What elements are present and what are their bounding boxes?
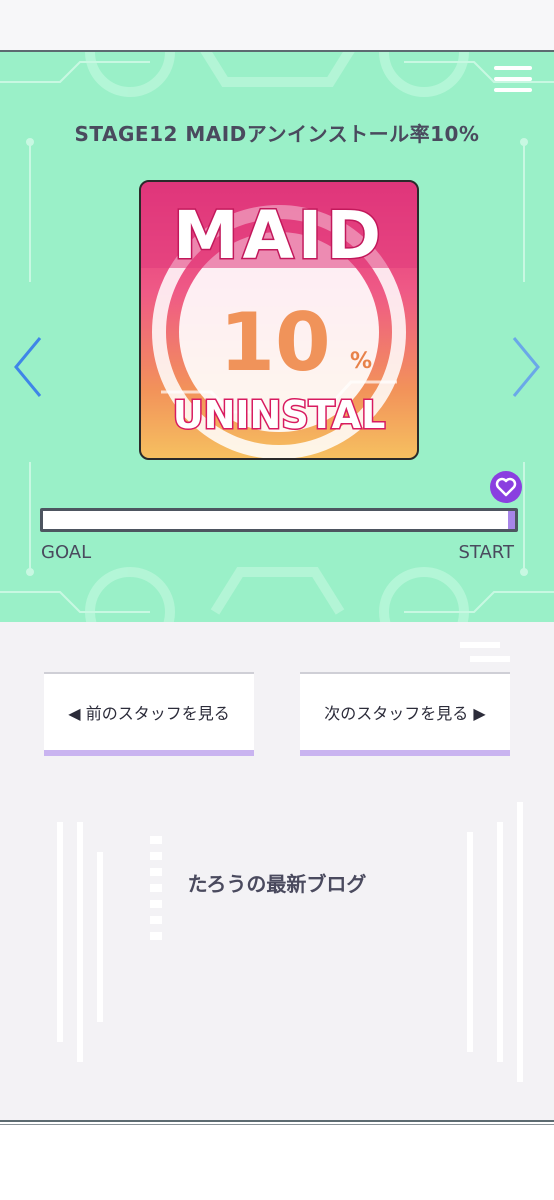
hamburger-menu-button[interactable] (494, 66, 532, 94)
stage-title: STAGE12 MAIDアンインストール率10% (74, 122, 480, 146)
progress-track (40, 508, 518, 532)
footer-divider (0, 1120, 554, 1122)
logo-line-3: UNINSTAL (173, 393, 386, 437)
logo-percent-value: 10 (219, 296, 330, 389)
chevron-right-icon[interactable] (506, 332, 546, 402)
latest-blog-heading: たろうの最新ブログ (187, 872, 367, 896)
stage-logo-image: MAID 10 % UNINSTAL (139, 180, 419, 460)
goal-label: GOAL (41, 542, 92, 563)
hamburger-icon (494, 66, 532, 70)
heart-icon (490, 471, 522, 503)
next-staff-button[interactable]: 次のスタッフを見る ▶ (300, 672, 510, 756)
logo-percent-sign: % (350, 349, 372, 374)
top-bar (0, 0, 554, 50)
start-label: START (458, 542, 514, 563)
prev-staff-button[interactable]: ◀ 前のスタッフを見る (44, 672, 254, 756)
staff-section: ◀ 前のスタッフを見る 次のスタッフを見る ▶ たろうの最新ブログ (0, 622, 554, 1120)
chevron-left-icon[interactable] (8, 332, 48, 402)
logo-line-1: MAID (173, 197, 385, 274)
progress-fill (507, 511, 515, 529)
stage-panel: STAGE12 MAIDアンインストール率10% MAID 10 % UNINS… (0, 50, 554, 624)
stage-progress-bar (40, 508, 518, 532)
footer-divider-thin (0, 1124, 554, 1125)
